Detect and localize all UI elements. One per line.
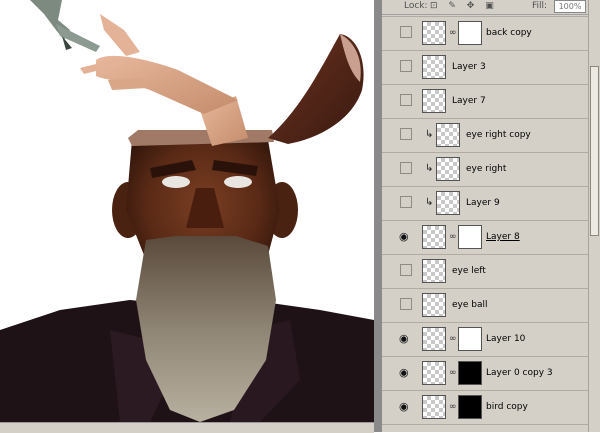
lock-bar: Lock: ⊡ ✎ ✥ ▣ Fill: 100%	[382, 0, 600, 15]
layer-mask-thumbnail[interactable]	[458, 361, 482, 385]
visibility-toggle[interactable]	[400, 60, 412, 72]
layer-name[interactable]: Layer 8	[486, 232, 520, 242]
visibility-toggle[interactable]	[400, 298, 412, 310]
layer-row[interactable]: Layer 3	[382, 51, 588, 85]
clipping-arrow-icon: ↳	[425, 197, 434, 208]
layer-name[interactable]: Layer 9	[466, 198, 500, 208]
layer-row[interactable]: eye left	[382, 255, 588, 289]
chain-link-icon[interactable]: ∞	[449, 402, 457, 412]
layer-thumbnail[interactable]	[436, 191, 460, 215]
chain-link-icon[interactable]: ∞	[449, 368, 457, 378]
layer-mask-thumbnail[interactable]	[458, 21, 482, 45]
layer-thumbnail[interactable]	[422, 327, 446, 351]
eye-icon[interactable]: ◉	[399, 367, 409, 378]
scrollbar-thumb[interactable]	[590, 66, 599, 236]
right-eye	[224, 176, 252, 188]
artwork-image	[0, 0, 374, 422]
layer-thumbnail[interactable]	[422, 55, 446, 79]
layer-thumbnail[interactable]	[422, 361, 446, 385]
layer-name[interactable]: Layer 3	[452, 62, 486, 72]
layer-name[interactable]: Layer 10	[486, 334, 525, 344]
chain-link-icon[interactable]: ∞	[449, 334, 457, 344]
layer-row[interactable]: ↳ eye right copy	[382, 119, 588, 153]
layer-row[interactable]: ◉ ∞ Layer 8	[382, 221, 588, 255]
layer-name[interactable]: Layer 7	[452, 96, 486, 106]
canvas-divider	[374, 0, 382, 432]
layer-thumbnail[interactable]	[422, 21, 446, 45]
bird-figure	[30, 0, 100, 52]
layer-thumbnail[interactable]	[422, 395, 446, 419]
layer-mask-thumbnail[interactable]	[458, 327, 482, 351]
clipping-arrow-icon: ↳	[425, 163, 434, 174]
layer-row[interactable]: ◉ ∞ bird copy	[382, 391, 588, 425]
visibility-toggle[interactable]	[400, 162, 412, 174]
layers-scrollbar[interactable]	[588, 0, 600, 432]
visibility-toggle[interactable]	[400, 26, 412, 38]
layer-name[interactable]: eye ball	[452, 300, 488, 310]
left-eye	[162, 176, 190, 188]
lock-options-icon[interactable]: ⊡ ✎ ✥ ▣	[430, 1, 498, 11]
layer-name[interactable]: eye left	[452, 266, 486, 276]
eye-icon[interactable]: ◉	[399, 333, 409, 344]
layer-thumbnail[interactable]	[422, 89, 446, 113]
layer-row[interactable]: ◉ ∞ Layer 10	[382, 323, 588, 357]
layer-name[interactable]: Layer 0 copy 3	[486, 368, 553, 378]
visibility-toggle[interactable]	[400, 128, 412, 140]
layer-thumbnail[interactable]	[422, 259, 446, 283]
fill-input[interactable]: 100%	[554, 0, 586, 13]
layer-thumbnail[interactable]	[422, 225, 446, 249]
chain-link-icon[interactable]: ∞	[449, 28, 457, 38]
visibility-toggle[interactable]	[400, 264, 412, 276]
eye-icon[interactable]: ◉	[399, 231, 409, 242]
layer-name[interactable]: back copy	[486, 28, 532, 38]
layer-row[interactable]: ↳ Layer 9	[382, 187, 588, 221]
visibility-toggle[interactable]	[400, 196, 412, 208]
layer-name[interactable]: eye right copy	[466, 130, 531, 140]
layer-row[interactable]: eye ball	[382, 289, 588, 323]
fill-label: Fill:	[532, 1, 548, 11]
layer-name[interactable]: eye right	[466, 164, 506, 174]
eye-icon[interactable]: ◉	[399, 401, 409, 412]
layers-list: ∞Layer 2∞back copyLayer 3Layer 7↳eye rig…	[382, 0, 588, 432]
lock-label: Lock:	[404, 1, 428, 11]
layer-row[interactable]: ↳ eye right	[382, 153, 588, 187]
layer-row[interactable]: ◉ ∞ Layer 0 copy 3	[382, 357, 588, 391]
clipping-arrow-icon: ↳	[425, 129, 434, 140]
layers-panel: ∞Layer 2∞back copyLayer 3Layer 7↳eye rig…	[382, 0, 600, 432]
document-canvas[interactable]	[0, 0, 374, 422]
status-bar	[0, 422, 374, 433]
layer-thumbnail[interactable]	[436, 123, 460, 147]
layer-name[interactable]: bird copy	[486, 402, 528, 412]
layer-mask-thumbnail[interactable]	[458, 395, 482, 419]
layer-thumbnail[interactable]	[422, 293, 446, 317]
layer-mask-thumbnail[interactable]	[458, 225, 482, 249]
chain-link-icon[interactable]: ∞	[449, 232, 457, 242]
layer-row[interactable]: ∞ back copy	[382, 17, 588, 51]
layer-thumbnail[interactable]	[436, 157, 460, 181]
visibility-toggle[interactable]	[400, 94, 412, 106]
layer-row[interactable]: Layer 7	[382, 85, 588, 119]
